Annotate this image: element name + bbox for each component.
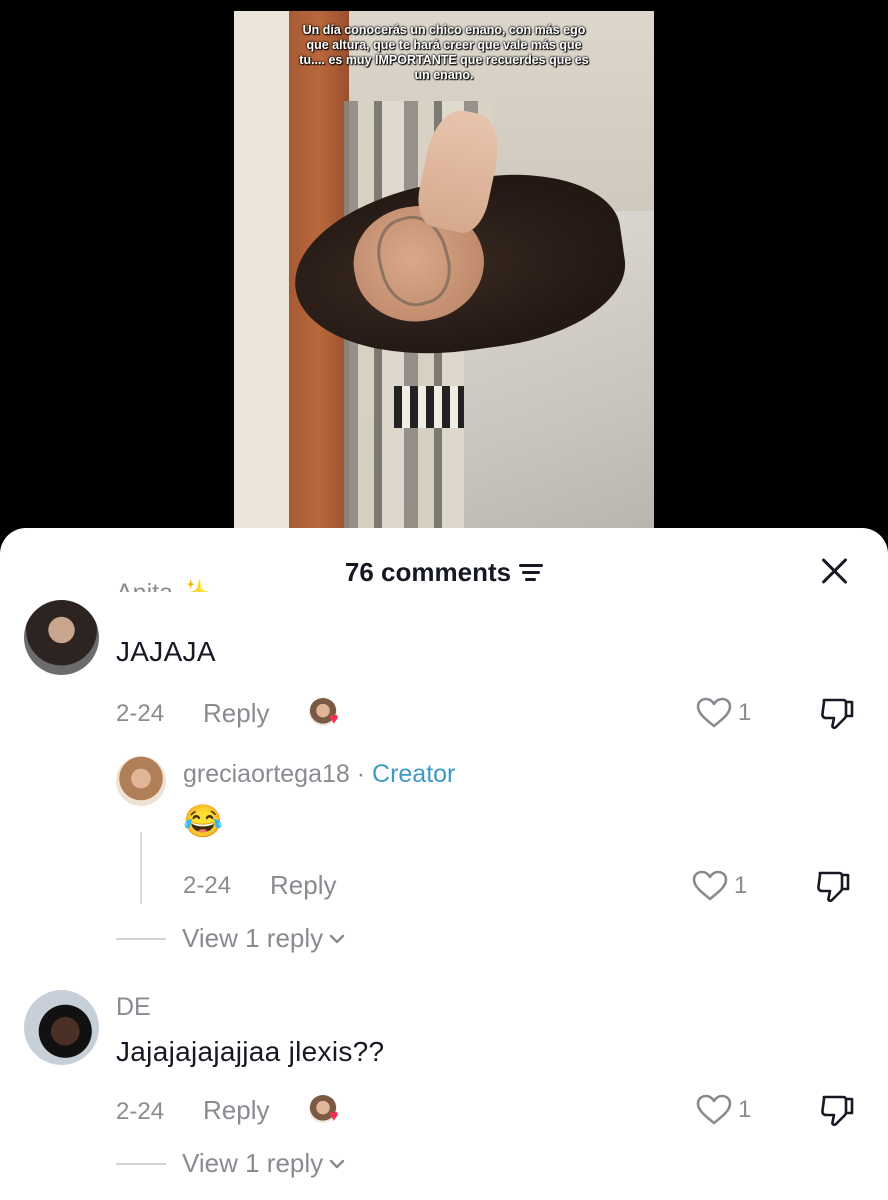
reply-button[interactable]: Reply — [203, 698, 269, 729]
like-count: 1 — [738, 1096, 752, 1123]
filter-lines-icon[interactable] — [519, 563, 544, 581]
like-count: 1 — [734, 872, 748, 899]
chevron-down-icon — [329, 934, 345, 943]
comment-username[interactable]: Anita ✨ — [116, 572, 211, 592]
divider — [116, 937, 166, 940]
view-replies-button[interactable]: View 1 reply — [116, 923, 345, 954]
video-player[interactable]: Un día conocerás un chico enano, con más… — [0, 0, 888, 560]
chevron-down-icon — [329, 1159, 345, 1168]
avatar[interactable] — [24, 990, 99, 1065]
view-replies-label: View 1 reply — [182, 1148, 324, 1178]
separator: · — [349, 760, 373, 788]
comment-text: Jajajajajajjaa jlexis?? — [116, 1036, 385, 1067]
video-caption: Un día conocerás un chico enano, con más… — [299, 23, 589, 82]
comment-date: 2-24 — [116, 1098, 165, 1125]
dislike-icon[interactable] — [819, 696, 855, 730]
comments-sheet: 76 comments Anita ✨ JAJAJA 2-24 Reply ♥ … — [0, 528, 888, 1200]
comment-text: JAJAJA — [116, 636, 216, 667]
view-replies-button[interactable]: View 1 reply — [116, 1148, 345, 1179]
comment-username[interactable]: DE — [116, 993, 151, 1022]
heart-icon: ♥ — [329, 1108, 339, 1125]
reply-username-line: greciaortega18 · Creator — [183, 760, 455, 789]
view-replies-label: View 1 reply — [182, 923, 324, 953]
heart-outline-icon — [696, 697, 732, 728]
divider — [116, 1162, 166, 1165]
comment-date: 2-24 — [116, 700, 165, 727]
close-icon[interactable] — [820, 556, 850, 586]
avatar[interactable] — [116, 756, 166, 806]
reply-username[interactable]: greciaortega18 — [183, 760, 350, 788]
thread-line — [140, 832, 142, 904]
like-button[interactable]: 1 — [692, 869, 747, 903]
reply-button[interactable]: Reply — [203, 1095, 269, 1126]
video-frame[interactable]: Un día conocerás un chico enano, con más… — [234, 11, 654, 551]
reply-button[interactable]: Reply — [270, 870, 336, 901]
heart-outline-icon — [696, 1094, 732, 1125]
comments-count: 76 comments — [344, 557, 512, 587]
creator-badge: Creator — [372, 760, 456, 788]
reply-date: 2-24 — [183, 872, 232, 899]
dislike-icon[interactable] — [819, 1093, 855, 1127]
video-wall — [234, 11, 294, 551]
heart-outline-icon — [692, 870, 728, 901]
reply-text: 😂 — [183, 803, 223, 839]
avatar[interactable] — [24, 600, 99, 675]
heart-icon: ♥ — [329, 711, 339, 728]
like-button[interactable]: 1 — [696, 1093, 751, 1127]
dislike-icon[interactable] — [815, 869, 851, 903]
like-count: 1 — [738, 699, 752, 726]
like-button[interactable]: 1 — [696, 696, 751, 730]
